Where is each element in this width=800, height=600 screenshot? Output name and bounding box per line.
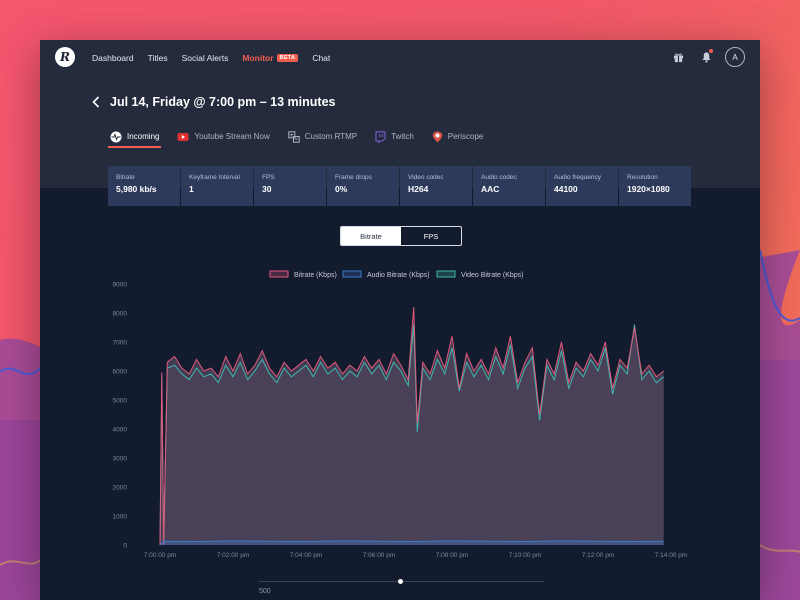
stat-label: Audio frequency bbox=[554, 174, 601, 181]
back-chevron-icon[interactable] bbox=[92, 95, 104, 109]
youtube-icon bbox=[177, 132, 189, 141]
tab-youtube-stream-now[interactable]: Youtube Stream Now bbox=[175, 126, 271, 147]
stat-value: 5,980 kb/s bbox=[116, 184, 157, 194]
nav-item-label: Titles bbox=[147, 53, 168, 63]
stat-value: AAC bbox=[481, 184, 500, 194]
stat-value: 44100 bbox=[554, 184, 578, 194]
y-tick-label: 3000 bbox=[113, 456, 128, 463]
stat-label: Bitrate bbox=[116, 174, 135, 181]
bitrate-toggle-button[interactable]: Bitrate bbox=[341, 227, 401, 245]
x-tick-label: 7:04:00 pm bbox=[290, 552, 323, 559]
app-logo[interactable]: R bbox=[55, 47, 75, 67]
pulse-icon bbox=[110, 131, 122, 142]
nav-item-chat[interactable]: Chat bbox=[312, 53, 330, 63]
avatar[interactable]: A bbox=[725, 47, 745, 67]
rtmp-icon bbox=[288, 130, 300, 143]
logo-letter: R bbox=[60, 50, 70, 64]
stat-label: Resolution bbox=[627, 174, 658, 181]
stat-label: Frame drops bbox=[335, 174, 372, 181]
y-tick-label: 9000 bbox=[113, 282, 128, 289]
zoom-slider-value: 500 bbox=[259, 588, 271, 595]
tab-label: Twitch bbox=[391, 132, 414, 141]
nav-item-social-alerts[interactable]: Social Alerts bbox=[182, 53, 229, 63]
stream-stats: Bitrate 5,980 kb/s Keyframe Interval 1 FPS… bbox=[108, 166, 692, 206]
fps-toggle-button[interactable]: FPS bbox=[401, 227, 461, 245]
y-tick-label: 4000 bbox=[113, 427, 128, 434]
bitrate-chart: 9000 8000 7000 6000 5000 4000 3000 2000 1000 0 7:0… bbox=[113, 270, 688, 559]
nav-item-label: Chat bbox=[312, 53, 331, 63]
tab-label: Periscope bbox=[447, 132, 484, 141]
bell-icon[interactable] bbox=[695, 46, 717, 68]
tab-periscope[interactable]: Periscope bbox=[430, 126, 486, 147]
legend-swatch bbox=[269, 270, 289, 278]
stat-label: Audio codec bbox=[481, 174, 517, 181]
stat-frame-drops: Frame drops 0% bbox=[327, 166, 399, 206]
stat-audio-codec: Audio codec AAC bbox=[473, 166, 545, 206]
x-tick-label: 7:08:00 pm bbox=[436, 552, 469, 559]
tab-twitch[interactable]: Twitch bbox=[373, 126, 416, 147]
periscope-icon bbox=[432, 131, 442, 142]
destination-tabs: Incoming Youtube Stream Now Custom RTMP … bbox=[108, 126, 499, 148]
stat-bitrate: Bitrate 5,980 kb/s bbox=[108, 166, 180, 206]
legend-label: Audio Bitrate (Kbps) bbox=[367, 272, 430, 279]
stat-audio-frequency: Audio frequency 44100 bbox=[546, 166, 618, 206]
tab-incoming[interactable]: Incoming bbox=[108, 126, 162, 148]
stat-label: Video codec bbox=[408, 174, 444, 181]
tab-custom-rtmp[interactable]: Custom RTMP bbox=[286, 126, 359, 147]
nav-item-label: Social Alerts bbox=[181, 53, 229, 63]
beta-badge: BETA bbox=[276, 54, 299, 62]
x-tick-label: 7:12:00 pm bbox=[582, 552, 615, 559]
nav-item-dashboard[interactable]: Dashboard bbox=[92, 53, 134, 63]
y-tick-label: 1000 bbox=[113, 514, 128, 521]
y-tick-label: 8000 bbox=[113, 311, 128, 318]
y-tick-label: 0 bbox=[123, 543, 127, 550]
page-header: Jul 14, Friday @ 7:00 pm – 13 minutes bbox=[92, 95, 335, 109]
nav-item-monitor[interactable]: Monitor BETA bbox=[242, 53, 299, 63]
y-tick-label: 2000 bbox=[113, 485, 128, 492]
nav-item-titles[interactable]: Titles bbox=[148, 53, 168, 63]
stat-label: Keyframe Interval bbox=[189, 174, 240, 181]
tab-label: Incoming bbox=[127, 132, 160, 141]
x-tick-label: 7:14:00 pm bbox=[655, 552, 688, 559]
stat-label: FPS bbox=[262, 174, 275, 181]
x-tick-label: 7:00:00 pm bbox=[144, 552, 177, 559]
app-window: R Dashboard Titles Social Alerts Monitor… bbox=[40, 40, 760, 600]
stat-keyframe-interval: Keyframe Interval 1 bbox=[181, 166, 253, 206]
top-right-actions: A bbox=[661, 46, 745, 68]
stat-value: 1920×1080 bbox=[627, 184, 670, 194]
main-nav: Dashboard Titles Social Alerts Monitor BE… bbox=[92, 53, 344, 63]
x-tick-label: 7:02:00 pm bbox=[217, 552, 250, 559]
notification-dot bbox=[709, 49, 713, 53]
gift-icon[interactable] bbox=[667, 46, 689, 68]
y-tick-label: 5000 bbox=[113, 398, 128, 405]
legend-label: Video Bitrate (Kbps) bbox=[461, 272, 524, 279]
stat-resolution: Resolution 1920×1080 bbox=[619, 166, 691, 206]
x-tick-label: 7:06:00 pm bbox=[363, 552, 396, 559]
y-tick-label: 7000 bbox=[113, 340, 128, 347]
legend-swatch bbox=[342, 270, 362, 278]
tab-label: Youtube Stream Now bbox=[194, 132, 270, 141]
stat-video-codec: Video codec H264 bbox=[400, 166, 472, 206]
y-tick-label: 6000 bbox=[113, 369, 128, 376]
tab-label: Custom RTMP bbox=[304, 132, 358, 141]
stat-value: 0% bbox=[335, 184, 348, 194]
legend-label: Bitrate (Kbps) bbox=[294, 272, 337, 279]
x-tick-label: 7:10:00 pm bbox=[509, 552, 542, 559]
chart-mode-toggle: Bitrate FPS bbox=[340, 226, 462, 246]
nav-item-label: Dashboard bbox=[92, 53, 134, 63]
zoom-slider-thumb[interactable] bbox=[398, 579, 403, 584]
page-title: Jul 14, Friday @ 7:00 pm – 13 minutes bbox=[110, 95, 336, 109]
nav-item-label: Monitor bbox=[242, 53, 274, 63]
twitch-icon bbox=[375, 130, 386, 143]
stat-value: 30 bbox=[262, 184, 272, 194]
stat-value: H264 bbox=[408, 184, 429, 194]
stat-fps: FPS 30 bbox=[254, 166, 326, 206]
legend-swatch bbox=[436, 270, 456, 278]
stat-value: 1 bbox=[189, 184, 194, 194]
video-bitrate-area bbox=[160, 324, 664, 545]
